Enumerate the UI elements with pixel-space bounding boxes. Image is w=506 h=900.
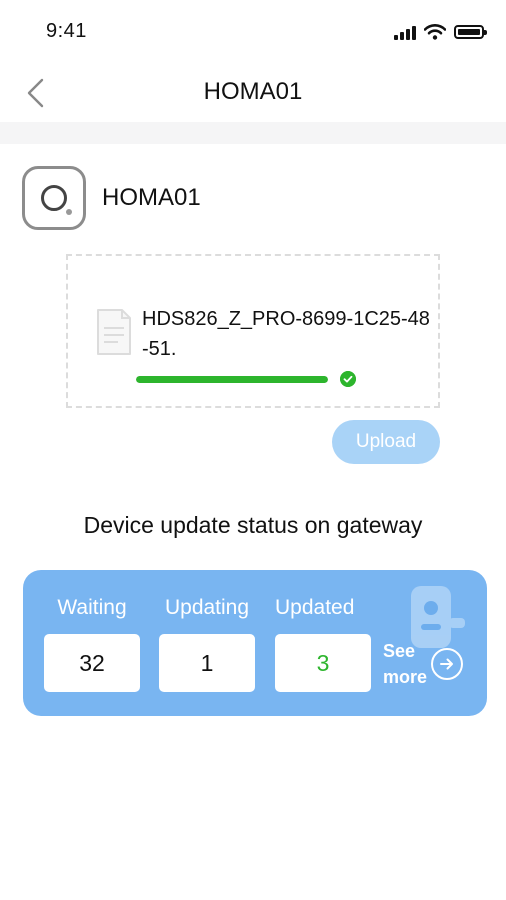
upload-button[interactable]: Upload <box>332 420 440 464</box>
arrow-right-circle-icon <box>431 648 463 680</box>
update-status-title: Device update status on gateway <box>83 512 423 538</box>
stat-waiting-label: Waiting <box>57 596 127 619</box>
device-name: HOMA01 <box>102 184 201 211</box>
wifi-icon <box>424 24 446 40</box>
update-status-card: Waiting 32 Updating 1 Updated 3 See more <box>23 570 487 716</box>
stat-updating: Updating 1 <box>159 594 255 692</box>
device-icon <box>22 166 86 230</box>
stat-waiting: Waiting 32 <box>44 594 140 692</box>
stat-waiting-value: 32 <box>44 634 140 692</box>
stat-updated-label: Updated <box>275 596 355 619</box>
see-more-button[interactable]: See more <box>383 638 463 690</box>
see-more-label: See more <box>383 641 428 687</box>
upload-progress-bar <box>136 376 328 383</box>
check-icon <box>340 371 356 387</box>
nav-bar: HOMA01 <box>0 62 506 122</box>
signal-icon <box>394 24 416 40</box>
page-title: HOMA01 <box>203 78 303 105</box>
file-name: HDS826_Z_PRO-8699-1C25-48-51. <box>142 308 430 360</box>
file-icon <box>97 309 131 355</box>
stat-updated: Updated 3 <box>275 594 371 692</box>
device-row: HOMA01 <box>22 163 201 233</box>
section-divider <box>0 122 506 144</box>
stat-updated-value: 3 <box>275 634 371 692</box>
status-bar: 9:41 <box>0 0 506 62</box>
battery-icon <box>454 25 487 39</box>
firmware-file-box[interactable]: HDS826_Z_PRO-8699-1C25-48-51. <box>66 254 440 408</box>
stat-updating-value: 1 <box>159 634 255 692</box>
status-time: 9:41 <box>46 20 87 42</box>
upload-progress-fill <box>136 376 328 383</box>
status-icons <box>394 22 487 42</box>
stat-updating-label: Updating <box>164 596 250 619</box>
